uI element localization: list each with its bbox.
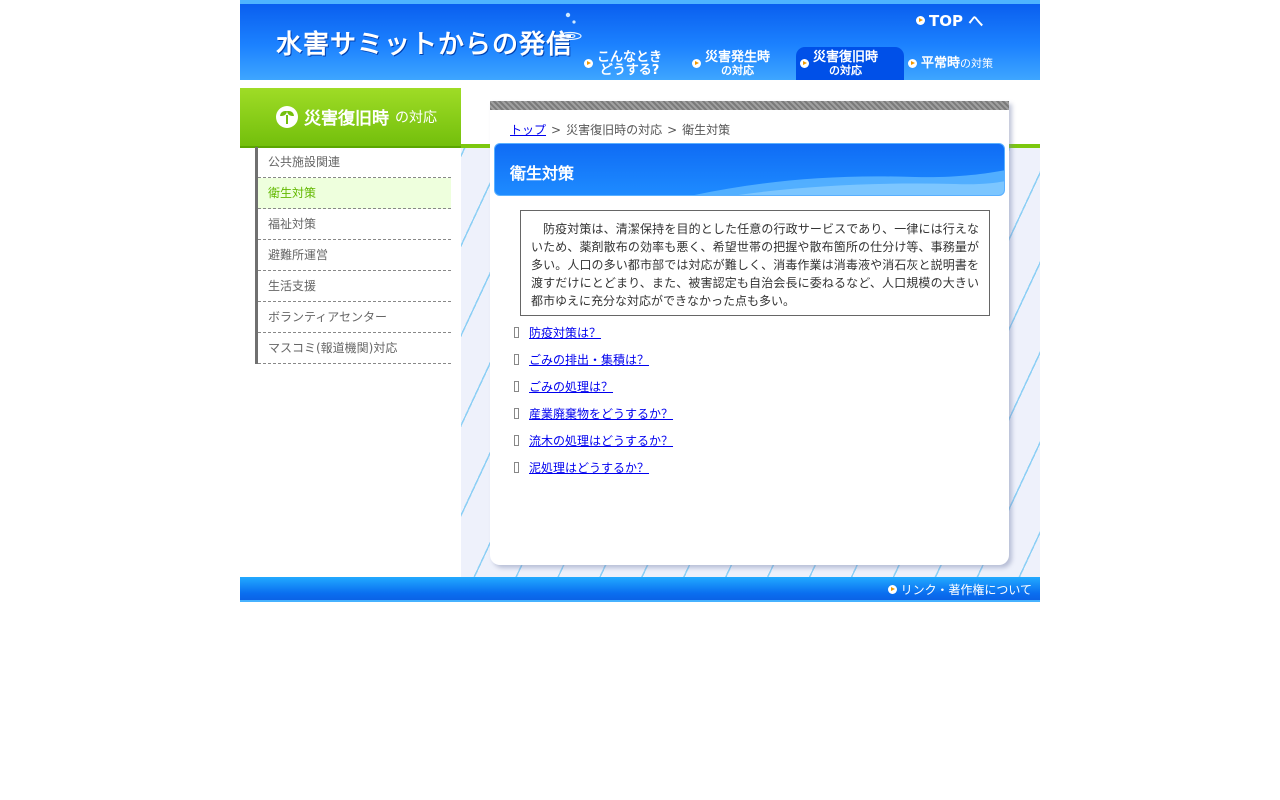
list-item: 産業廃棄物をどうするか？ [514, 400, 673, 427]
nav-item-line1: 災害復旧時 [813, 49, 879, 65]
card-top-stripe [490, 101, 1009, 110]
top-link[interactable]: TOP へ [916, 10, 983, 31]
nav-item-line1: 災害発生時 [705, 49, 771, 65]
list-bullet-icon [514, 327, 519, 338]
breadcrumb: トップ > 災害復旧時の対応 > 衛生対策 [510, 121, 730, 138]
sidebar-item-media[interactable]: マスコミ(報道機関)対応 [258, 333, 451, 364]
nav-item-heijo-ji[interactable]: 平常時の対策 [904, 47, 1012, 80]
sidebar-heading-inner: 災害復旧時 の対応 [276, 104, 437, 129]
site-title[interactable]: 水害サミットからの発信 [276, 24, 573, 61]
top-link-label: TOP へ [929, 12, 984, 30]
list-item: ごみの処理は？ [514, 373, 673, 400]
question-list: 防疫対策は？ ごみの排出・集積は？ ごみの処理は？ 産業廃棄物をどうするか？ 流… [514, 319, 673, 481]
sprout-icon [276, 105, 298, 128]
intro-text: 防疫対策は、清潔保持を目的とした任意の行政サービスであり、一律には行えないため、… [520, 210, 990, 316]
arrow-bullet-icon [584, 59, 593, 68]
page-wrapper: 水害サミットからの発信 TOP へ こんなとき どうする? 災害発生時 の対応 … [240, 0, 1040, 602]
sidebar-heading-small: の対応 [395, 109, 437, 126]
nav-item-fukkyu-ji[interactable]: 災害復旧時 の対応 [796, 47, 904, 80]
list-item: ごみの排出・集積は？ [514, 346, 673, 373]
page-title: 衛生対策 [510, 164, 575, 183]
sidebar-item-public-facilities[interactable]: 公共施設関連 [258, 147, 451, 178]
global-nav: こんなとき どうする? 災害発生時 の対応 災害復旧時 の対応 平常時の対策 [580, 47, 1012, 80]
content-card: トップ > 災害復旧時の対応 > 衛生対策 衛生対策 防疫対策は、清潔保持を目的とした任… [490, 101, 1009, 565]
question-link[interactable]: ごみの排出・集積は？ [529, 351, 649, 368]
nav-item-line1: こんなとき [597, 49, 663, 65]
sidebar-item-living-support[interactable]: 生活支援 [258, 271, 451, 302]
list-bullet-icon [514, 381, 519, 392]
sidebar-heading-strong: 災害復旧時 [304, 109, 389, 129]
breadcrumb-separator: > [667, 123, 678, 137]
question-link[interactable]: 産業廃棄物をどうするか？ [529, 405, 673, 422]
list-bullet-icon [514, 435, 519, 446]
breadcrumb-parent: 災害復旧時の対応 [566, 123, 663, 137]
page-title-bar: 衛生対策 [494, 143, 1005, 196]
nav-item-label: 平常時の対策 [921, 57, 993, 70]
sidebar-item-sanitation[interactable]: 衛生対策 [258, 178, 451, 209]
nav-item-small: の対策 [960, 57, 994, 70]
site-header: 水害サミットからの発信 TOP へ こんなとき どうする? 災害発生時 の対応 … [240, 0, 1040, 80]
list-bullet-icon [514, 408, 519, 419]
list-item: 流木の処理はどうするか？ [514, 427, 673, 454]
sidebar-item-shelter[interactable]: 避難所運営 [258, 240, 451, 271]
footer-link-label: リンク・著作権について [900, 583, 1032, 597]
breadcrumb-current: 衛生対策 [682, 123, 731, 137]
question-link[interactable]: 防疫対策は？ [529, 324, 601, 341]
water-drop-icon [558, 12, 582, 41]
nav-item-line2: どうする? [599, 62, 660, 78]
main-area: 災害復旧時 の対応 公共施設関連 衛生対策 福祉対策 避難所運営 生活支援 ボラン… [240, 88, 1040, 577]
breadcrumb-home-link[interactable]: トップ [510, 123, 546, 137]
arrow-bullet-icon [916, 16, 925, 25]
nav-item-label: 災害復旧時 の対応 [813, 51, 878, 77]
nav-item-konna-toki[interactable]: こんなとき どうする? [580, 47, 688, 80]
site-footer: リンク・著作権について [240, 577, 1040, 602]
nav-item-strong: 平常時 [921, 56, 961, 71]
question-link[interactable]: 泥処理はどうするか？ [529, 459, 649, 476]
list-bullet-icon [514, 354, 519, 365]
nav-item-line2: の対応 [829, 63, 862, 77]
question-link[interactable]: ごみの処理は？ [529, 378, 613, 395]
nav-item-label: 災害発生時 の対応 [705, 51, 770, 77]
list-item: 防疫対策は？ [514, 319, 673, 346]
nav-item-label: こんなとき どうする? [597, 51, 662, 77]
list-bullet-icon [514, 462, 519, 473]
arrow-bullet-icon [887, 585, 897, 594]
arrow-bullet-icon [692, 59, 701, 68]
nav-item-line2: の対応 [721, 63, 754, 77]
footer-link-copyright[interactable]: リンク・著作権について [887, 581, 1032, 598]
sidebar-nav: 公共施設関連 衛生対策 福祉対策 避難所運営 生活支援 ボランティアセンター マ… [255, 147, 451, 364]
breadcrumb-separator: > [551, 123, 562, 137]
sidebar-item-welfare[interactable]: 福祉対策 [258, 209, 451, 240]
question-link[interactable]: 流木の処理はどうするか？ [529, 432, 673, 449]
sidebar-item-volunteer-center[interactable]: ボランティアセンター [258, 302, 451, 333]
arrow-bullet-icon [800, 59, 809, 68]
list-item: 泥処理はどうするか？ [514, 454, 673, 481]
nav-item-hassei-ji[interactable]: 災害発生時 の対応 [688, 47, 796, 80]
sidebar-heading: 災害復旧時 の対応 [240, 88, 461, 148]
arrow-bullet-icon [908, 59, 917, 68]
